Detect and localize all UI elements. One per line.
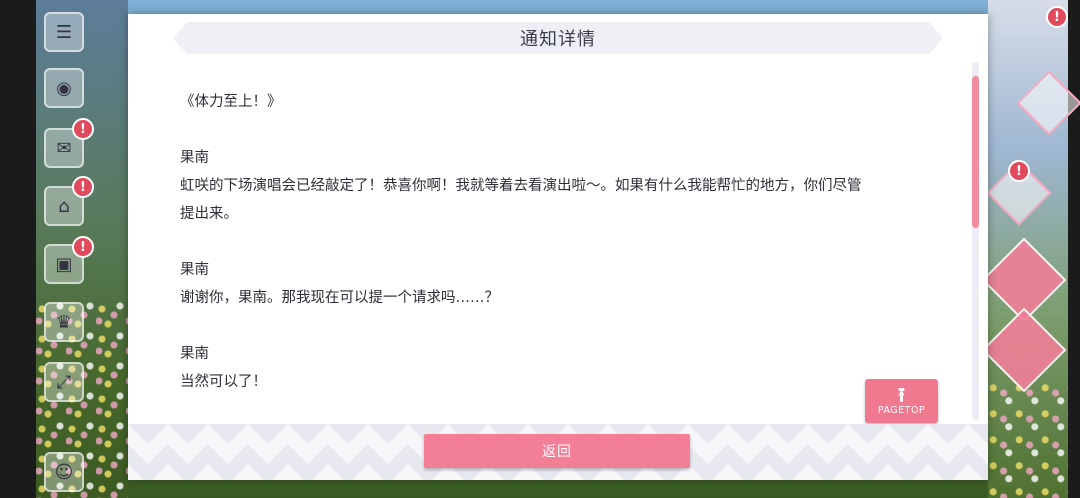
screen-edge-left bbox=[0, 0, 36, 498]
notification-content[interactable]: 《体力至上！》 果南 虹咲的下场演唱会已经敲定了！恭喜你啊！我就等着去看演出啦～… bbox=[180, 82, 940, 422]
dialogue-block: 果南 谢谢你，果南。那我现在可以提一个请求吗……？ bbox=[180, 256, 940, 312]
pagetop-label: PAGETOP bbox=[877, 405, 926, 416]
speaker-name: 果南 bbox=[180, 346, 209, 362]
notification-badge: ! bbox=[1046, 6, 1068, 28]
dialogue-line: 谢谢你，果南。那我现在可以提一个请求吗……？ bbox=[180, 290, 499, 306]
dialog-title: 通知详情 bbox=[520, 29, 596, 50]
expand-icon[interactable]: ⤢ bbox=[44, 362, 84, 402]
speaker-name: 果南 bbox=[180, 262, 209, 278]
screen-edge-right bbox=[1068, 0, 1080, 498]
scrollbar-thumb[interactable] bbox=[972, 76, 979, 228]
back-button[interactable]: 返回 bbox=[424, 434, 690, 468]
speaker-name: 果南 bbox=[180, 150, 209, 166]
notification-badge: ! bbox=[72, 236, 94, 258]
dialogue-block: 果南 当然可以了！ bbox=[180, 340, 940, 396]
dialogue-line: 虹咲的下场演唱会已经敲定了！恭喜你啊！我就等着去看演出啦～。如果有什么我能帮忙的… bbox=[180, 178, 862, 194]
eye-icon[interactable]: ◉ bbox=[44, 68, 84, 108]
notification-badge: ! bbox=[72, 118, 94, 140]
arrow-up-icon: ⭱ bbox=[898, 383, 905, 407]
dialog-title-bar: 通知详情 bbox=[173, 22, 943, 54]
scrollbar[interactable] bbox=[972, 62, 979, 420]
notification-detail-dialog: 通知详情 《体力至上！》 果南 虹咲的下场演唱会已经敲定了！恭喜你啊！我就等着去… bbox=[128, 14, 988, 480]
trophy-icon[interactable]: ♛ bbox=[44, 302, 84, 342]
story-title: 《体力至上！》 bbox=[180, 94, 282, 110]
dialogue-line: 提出来。 bbox=[180, 206, 238, 222]
notification-badge: ! bbox=[1008, 160, 1030, 182]
dialogue-line: 当然可以了！ bbox=[180, 374, 267, 390]
flower-field-right bbox=[988, 380, 1068, 498]
dialogue-block: 果南 虹咲的下场演唱会已经敲定了！恭喜你啊！我就等着去看演出啦～。如果有什么我能… bbox=[180, 144, 940, 228]
notification-badge: ! bbox=[72, 176, 94, 198]
menu-icon[interactable]: ☰ bbox=[44, 12, 84, 52]
character-icon[interactable]: ☺ bbox=[44, 452, 84, 492]
pagetop-button[interactable]: ⭱ PAGETOP bbox=[865, 379, 938, 423]
